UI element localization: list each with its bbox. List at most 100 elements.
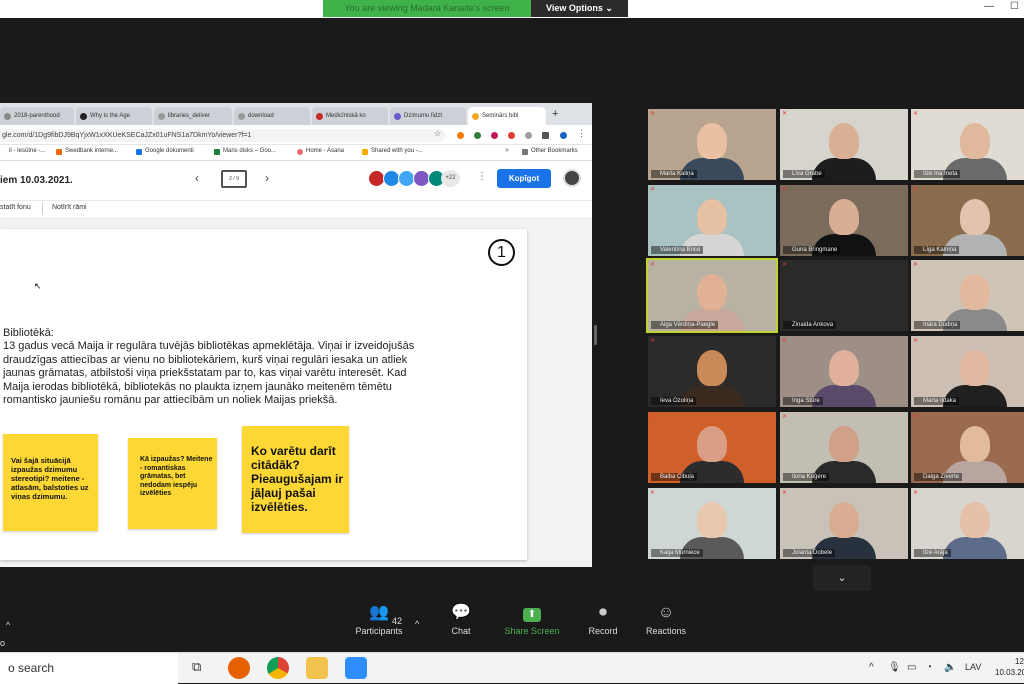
zoom-app-icon[interactable] bbox=[345, 657, 367, 679]
chrome-icon[interactable] bbox=[267, 657, 289, 679]
tray-expand-icon[interactable]: ^ bbox=[869, 662, 874, 673]
clear-frame-button[interactable]: Notīrīt rāmi bbox=[52, 204, 87, 211]
scenario-heading: Bibliotēkā: bbox=[3, 327, 54, 339]
participant-video-tile[interactable]: ✕ Guna Bringmane bbox=[780, 185, 908, 256]
share-screen-button[interactable]: ⬆ Share Screen bbox=[500, 600, 564, 636]
participants-caret-icon[interactable]: ^ bbox=[415, 619, 419, 629]
participant-video-tile[interactable]: ✕ Daiga Zīverte bbox=[911, 412, 1024, 483]
network-icon[interactable]: ◔ bbox=[926, 662, 932, 673]
sticky-note[interactable]: Kā izpaužas? Meitene - romantiskas grāma… bbox=[128, 438, 217, 529]
more-viewers-badge[interactable]: +22 bbox=[441, 170, 460, 187]
share-button[interactable]: Kopīgot bbox=[497, 169, 551, 188]
extension-icon[interactable] bbox=[525, 132, 532, 139]
muted-mic-icon: ✕ bbox=[913, 490, 919, 496]
participant-name: Valentīna Brice bbox=[651, 246, 704, 254]
bookmark-item[interactable]: Google dokumenti bbox=[136, 148, 194, 155]
user-avatar[interactable] bbox=[563, 169, 581, 187]
reactions-button[interactable]: ☺ Reactions bbox=[642, 600, 690, 636]
video-button-label[interactable]: o bbox=[0, 638, 5, 648]
minimize-icon[interactable]: — bbox=[984, 1, 994, 12]
file-explorer-icon[interactable] bbox=[306, 657, 328, 679]
record-button[interactable]: ⏺ Record bbox=[583, 600, 623, 636]
participant-video-tile[interactable]: ✕ Valentīna Brice bbox=[648, 185, 776, 256]
participant-name: Daiga Zīverte bbox=[914, 473, 963, 481]
browser-tab[interactable]: Why is the Age bbox=[76, 107, 152, 125]
audio-options-caret-icon[interactable]: ^ bbox=[6, 620, 10, 630]
document-title[interactable]: iem 10.03.2021. bbox=[0, 175, 73, 186]
reactions-icon: ☺ bbox=[657, 604, 675, 621]
battery-icon[interactable]: ▭ bbox=[907, 662, 916, 673]
next-frame-icon[interactable]: › bbox=[265, 171, 269, 185]
chevron-right-icon[interactable]: » bbox=[505, 147, 509, 154]
microphone-icon[interactable]: 🎙 bbox=[888, 662, 901, 673]
participant-video-tile[interactable]: ✕ Zinaida Ankova bbox=[780, 260, 908, 331]
more-options-icon[interactable]: ⋮ bbox=[477, 171, 487, 182]
volume-icon[interactable]: 🔈 bbox=[944, 662, 956, 673]
participant-face bbox=[960, 274, 990, 310]
language-indicator[interactable]: LAV bbox=[965, 662, 981, 672]
browser-tab[interactable]: Dzimumu līdzt bbox=[390, 107, 466, 125]
participant-name: Ilze Arāja bbox=[914, 549, 951, 557]
participant-face bbox=[829, 350, 859, 386]
extension-icon[interactable] bbox=[491, 132, 498, 139]
bookmark-star-icon[interactable]: ☆ bbox=[434, 129, 441, 138]
participant-video-tile[interactable]: ✕ Aiga Vērdiņa-Paegle bbox=[646, 258, 778, 333]
participant-video-tile[interactable]: ✕ Baiba Cibuļa bbox=[648, 412, 776, 483]
participant-video-tile[interactable]: ✕ Līga Kalniņa bbox=[911, 185, 1024, 256]
prev-frame-icon[interactable]: ‹ bbox=[195, 171, 199, 185]
participant-video-tile[interactable]: ✕ Ieva Ozoliņa bbox=[648, 336, 776, 407]
bookmark-item[interactable]: Shared with you -... bbox=[362, 148, 423, 155]
extensions-puzzle-icon[interactable] bbox=[542, 132, 549, 139]
url-field[interactable]: gle.com/d/1Dg9fibDJ9BqYjxW1xXKUeKSECaJZx… bbox=[0, 129, 445, 142]
view-options-button[interactable]: View Options ⌄ bbox=[531, 0, 628, 17]
extension-icon[interactable] bbox=[474, 132, 481, 139]
bookmark-item[interactable]: Mans disks – Goo... bbox=[214, 148, 276, 155]
extension-icon[interactable] bbox=[560, 132, 567, 139]
participant-face bbox=[829, 199, 859, 235]
participant-video-tile[interactable]: ✕ Marta Kaliņa bbox=[648, 109, 776, 180]
chat-button[interactable]: 💬 Chat bbox=[444, 600, 478, 636]
participant-video-tile[interactable]: ✕ Ilze Arāja bbox=[911, 488, 1024, 559]
browser-tab-active[interactable]: Seminārs bibl bbox=[468, 107, 546, 125]
participant-video-tile[interactable]: ✕ Ilze Ina Ineta bbox=[911, 109, 1024, 180]
system-clock[interactable]: 12:13 10.03.2021 bbox=[995, 656, 1024, 678]
participants-count: 42 bbox=[392, 616, 403, 626]
participant-video-tile[interactable]: ✕ Jolanta Dobele bbox=[780, 488, 908, 559]
browser-tab[interactable]: Medicīniskā ko bbox=[312, 107, 388, 125]
task-view-icon[interactable]: ⧉ bbox=[192, 659, 201, 675]
scenario-text[interactable]: 13 gadus vecā Maija ir regulāra tuvējās … bbox=[3, 340, 433, 408]
participant-video-tile[interactable]: ✕ Inga Stūre bbox=[780, 336, 908, 407]
bookmark-folder[interactable]: Other Bookmarks bbox=[522, 148, 578, 155]
participant-face bbox=[960, 350, 990, 386]
participant-video-tile[interactable]: ✕ Ilona Kuģere bbox=[780, 412, 908, 483]
maximize-icon[interactable]: ☐ bbox=[1010, 1, 1019, 12]
firefox-icon[interactable] bbox=[228, 657, 250, 679]
browser-tab[interactable]: libraries_deliver bbox=[154, 107, 232, 125]
gallery-scroll-down-icon[interactable]: ⌄ bbox=[813, 565, 871, 591]
extension-icon[interactable] bbox=[508, 132, 515, 139]
browser-tab[interactable]: 2018-parenthood bbox=[0, 107, 74, 125]
sticky-note[interactable]: Ko varētu darīt citādāk? Pieaugušajam ir… bbox=[242, 426, 349, 533]
new-tab-icon[interactable]: + bbox=[552, 108, 558, 120]
participant-face bbox=[960, 199, 990, 235]
gallery-resize-handle[interactable] bbox=[594, 325, 597, 345]
participant-name: Jolanta Dobele bbox=[783, 549, 836, 557]
bookmarks-bar: il - Iesūtne -... Swedbank interne... Go… bbox=[0, 145, 592, 161]
participant-video-tile[interactable]: ✕ Kaija Mūrniece bbox=[648, 488, 776, 559]
bookmark-item[interactable]: Home - Asana bbox=[297, 148, 344, 155]
set-background-button[interactable]: statīt fonu bbox=[0, 204, 31, 211]
jamboard-frame[interactable]: 1 ↖ Bibliotēkā: 13 gadus vecā Maija ir r… bbox=[0, 229, 527, 560]
participant-name: Baiba Cibuļa bbox=[651, 473, 698, 481]
participant-name: Ilze Ina Ineta bbox=[914, 170, 961, 178]
bookmark-item[interactable]: Swedbank interne... bbox=[56, 148, 118, 155]
participant-video-tile[interactable]: ✕ Marta Iļdaka bbox=[911, 336, 1024, 407]
browser-tab[interactable]: download bbox=[234, 107, 310, 125]
browser-menu-icon[interactable]: ⋮ bbox=[577, 128, 586, 139]
bookmark-item[interactable]: il - Iesūtne -... bbox=[0, 148, 45, 154]
sticky-note[interactable]: Vai šajā situācijā izpaužas dzimumu ster… bbox=[3, 434, 98, 531]
participant-video-tile[interactable]: ✕ Līva Grabe bbox=[780, 109, 908, 180]
frame-counter[interactable]: 2 / 9 bbox=[221, 170, 247, 188]
taskbar-search-box[interactable]: o search bbox=[0, 653, 178, 684]
participant-video-tile[interactable]: ✕ Ināra Dūdiņa bbox=[911, 260, 1024, 331]
extension-icon[interactable] bbox=[457, 132, 464, 139]
